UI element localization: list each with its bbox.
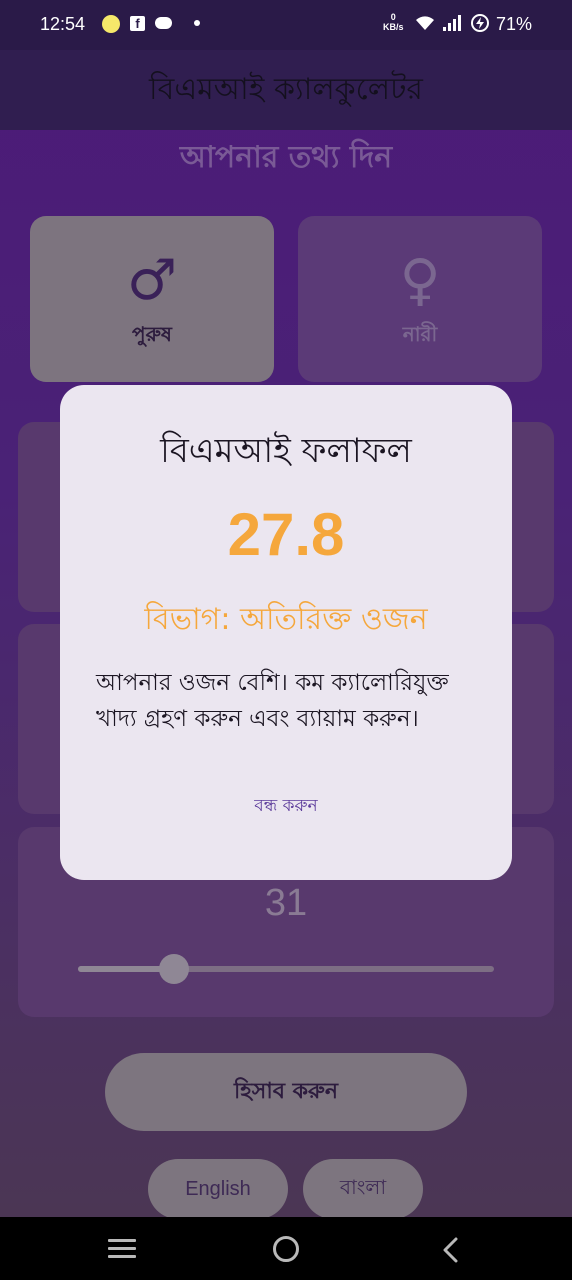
- age-slider[interactable]: [78, 966, 494, 972]
- net-speed-value: 0: [390, 12, 396, 22]
- gender-male-label: পুরুষ: [132, 321, 172, 346]
- language-english-button[interactable]: English: [148, 1159, 288, 1219]
- battery-charging-icon: [471, 14, 489, 32]
- app-bar: বিএমআই ক্যালকুলেটর: [0, 50, 572, 130]
- gender-female-card[interactable]: ♀ নারী: [298, 216, 542, 382]
- dialog-title: বিএমআই ফলাফল: [160, 431, 412, 471]
- male-icon: ♂: [126, 247, 178, 313]
- facebook-icon: f: [130, 16, 145, 31]
- status-time: 12:54: [40, 14, 86, 34]
- bmi-result-dialog: বিএমআই ফলাফল 27.8 বিভাগ: অতিরিক্ত ওজন আপ…: [60, 385, 512, 880]
- bmi-category: বিভাগ: অতিরিক্ত ওজন: [144, 602, 428, 637]
- battery-percent: 71%: [496, 14, 533, 34]
- bmi-value: 27.8: [227, 501, 345, 568]
- more-notifications-icon: [194, 20, 200, 26]
- app-title: বিএমআই ক্যালকুলেটর: [149, 71, 423, 107]
- page-heading: আপনার তথ্য দিন: [179, 140, 393, 175]
- bmi-advice-message: আপনার ওজন বেশি। কম ক্যালোরিযুক্ত খাদ্য গ…: [96, 670, 449, 732]
- net-speed-unit: KB/s: [383, 22, 404, 32]
- signal-icon: [443, 15, 461, 31]
- recent-apps-icon[interactable]: [108, 1239, 136, 1263]
- calculate-button[interactable]: হিসাব করুন: [105, 1053, 467, 1131]
- system-nav-bar: [0, 1217, 572, 1280]
- net-speed: 0 KB/s: [383, 12, 404, 32]
- female-icon: ♀: [399, 247, 441, 313]
- status-bar: 12:54 f 0 KB/s 71%: [0, 0, 572, 50]
- gender-male-card[interactable]: ♂ পুরুষ: [30, 216, 274, 382]
- wifi-icon: [416, 16, 434, 30]
- notification-face-icon: [102, 15, 120, 33]
- gamepad-icon: [155, 17, 172, 29]
- age-slider-thumb[interactable]: [158, 954, 189, 984]
- close-dialog-button[interactable]: বন্ধ করুন: [220, 789, 352, 825]
- back-icon[interactable]: [440, 1237, 460, 1263]
- app-screen: 12:54 f 0 KB/s 71% বিএমআই ক্যালকুলেটর আপ…: [0, 0, 572, 1219]
- age-value: 31: [264, 882, 308, 924]
- language-bangla-button[interactable]: বাংলা: [303, 1159, 423, 1219]
- home-icon[interactable]: [273, 1236, 299, 1262]
- gender-female-label: নারী: [402, 321, 438, 346]
